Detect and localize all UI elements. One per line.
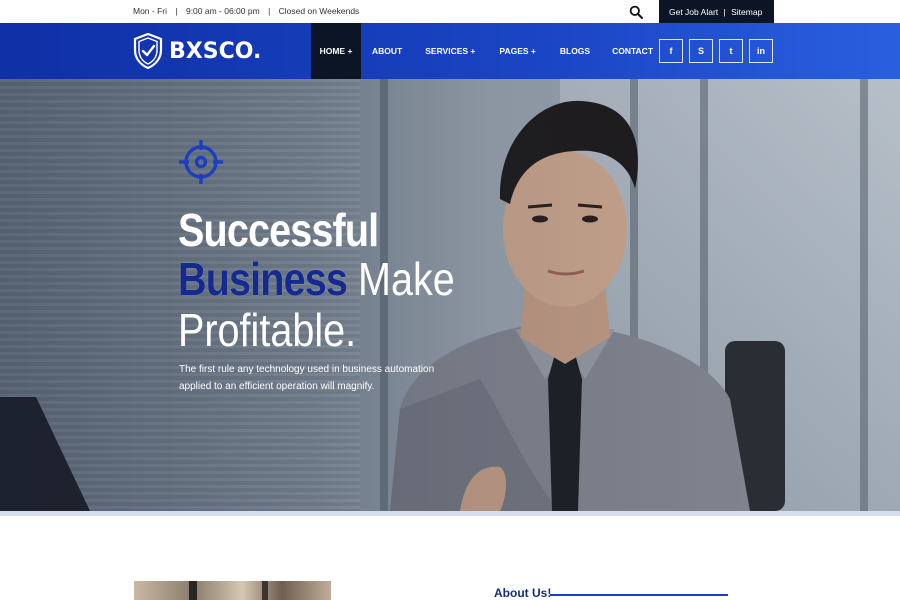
nav-item-label: PAGES + bbox=[499, 46, 536, 56]
hero-headline-line-3: Profitable. bbox=[178, 304, 357, 356]
hero-headline-rest: Make bbox=[347, 253, 455, 305]
top-bar: Mon - Fri | 9:00 am - 06:00 pm | Closed … bbox=[0, 0, 900, 23]
nav-item-label: SERVICES + bbox=[425, 46, 476, 56]
closed-text: Closed on Weekends bbox=[278, 6, 360, 16]
target-icon bbox=[179, 140, 223, 184]
about-image bbox=[134, 581, 331, 600]
hero-lead-line: applied to an efficient operation will m… bbox=[179, 381, 375, 392]
facebook-icon[interactable]: f bbox=[659, 39, 683, 63]
about-heading-underline bbox=[550, 594, 728, 596]
separator: | bbox=[723, 7, 726, 17]
twitter-icon[interactable]: t bbox=[719, 39, 743, 63]
social-links: f S t in bbox=[659, 39, 779, 63]
days-text: Mon - Fri bbox=[133, 6, 167, 16]
hours-text: 9:00 am - 06:00 pm bbox=[185, 6, 260, 16]
nav-item-pages[interactable]: PAGES + bbox=[499, 23, 535, 79]
hero-headline-line-2: Business Make bbox=[178, 252, 455, 306]
hero-headline-accent: Business bbox=[178, 253, 348, 305]
twitter-glyph: t bbox=[729, 46, 733, 56]
separator: | bbox=[175, 6, 178, 16]
business-hours: Mon - Fri | 9:00 am - 06:00 pm | Closed … bbox=[133, 6, 365, 16]
hero-bottom-strip bbox=[0, 511, 900, 516]
image-detail bbox=[262, 581, 268, 600]
sitemap-link[interactable]: Sitemap bbox=[731, 7, 762, 17]
main-navbar: BXSCO. HOME + ABOUT SERVICES + PAGES + B… bbox=[0, 23, 900, 79]
facebook-glyph: f bbox=[669, 46, 673, 56]
skype-glyph: S bbox=[697, 46, 704, 56]
job-links: Get Job Alart | Sitemap bbox=[659, 0, 774, 23]
shield-icon bbox=[133, 33, 163, 69]
job-alert-link[interactable]: Get Job Alart bbox=[669, 7, 718, 17]
image-detail bbox=[189, 581, 197, 600]
nav-item-about[interactable]: ABOUT bbox=[372, 23, 402, 79]
nav-item-services[interactable]: SERVICES + bbox=[425, 23, 475, 79]
linkedin-icon[interactable]: in bbox=[749, 39, 773, 63]
search-icon[interactable] bbox=[629, 5, 643, 19]
nav-item-home[interactable]: HOME + bbox=[311, 23, 361, 79]
hero-headline-line-1: Successful bbox=[178, 204, 379, 256]
nav-item-label: BLOGS bbox=[559, 46, 591, 56]
skype-icon[interactable]: S bbox=[689, 39, 713, 63]
hero-lead-line: The first rule any technology used in bu… bbox=[179, 364, 435, 375]
hero-banner: Successful Business Make Profitable. The… bbox=[0, 79, 900, 511]
nav-item-blogs[interactable]: BLOGS bbox=[560, 23, 590, 79]
nav-item-label: HOME + bbox=[319, 46, 353, 56]
nav-item-label: ABOUT bbox=[372, 46, 403, 56]
separator: | bbox=[268, 6, 271, 16]
about-heading: About Us! bbox=[494, 586, 552, 600]
nav-item-contact[interactable]: CONTACT bbox=[612, 23, 653, 79]
linkedin-glyph: in bbox=[757, 46, 765, 56]
logo[interactable]: BXSCO. bbox=[133, 33, 261, 69]
nav-item-label: CONTACT bbox=[612, 46, 654, 56]
nav-menu: HOME + ABOUT SERVICES + PAGES + BLOGS CO… bbox=[311, 23, 653, 79]
hero-lead-text: The first rule any technology used in bu… bbox=[179, 361, 439, 395]
brand-name: BXSCO. bbox=[169, 38, 262, 64]
